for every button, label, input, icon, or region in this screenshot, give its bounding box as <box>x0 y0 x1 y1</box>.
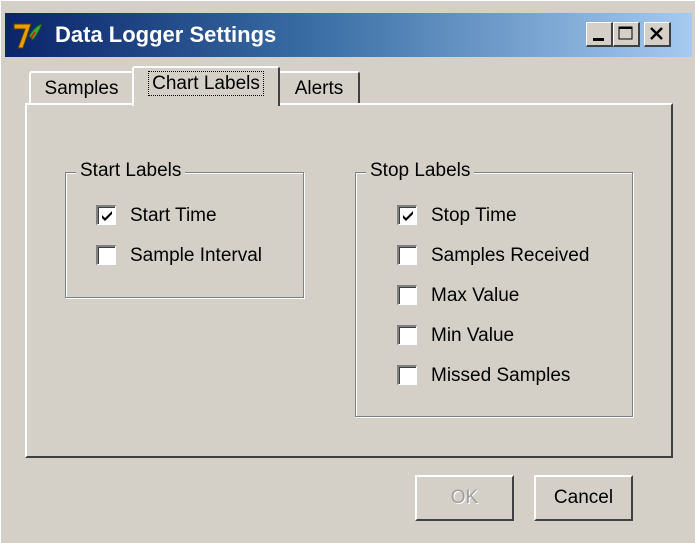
sample-interval-checkbox[interactable] <box>96 245 116 265</box>
tab-chart-labels[interactable]: Chart Labels <box>132 66 280 106</box>
checkmark-icon <box>403 211 413 221</box>
stop-time-checkbox[interactable] <box>397 205 417 225</box>
tab-alerts[interactable]: Alerts <box>278 71 360 107</box>
samples-received-checkbox[interactable] <box>397 245 417 265</box>
start-time-label: Start Time <box>130 205 217 226</box>
cancel-button[interactable]: Cancel <box>534 475 633 521</box>
minimize-icon <box>593 38 604 41</box>
start-labels-group: Start Labels Start Time Sample Interval <box>65 160 304 298</box>
tab-alerts-label: Alerts <box>294 78 344 99</box>
stop-labels-title: Stop Labels <box>366 160 475 182</box>
min-value-label: Min Value <box>431 325 515 346</box>
stop-time-label: Stop Time <box>431 205 517 226</box>
missed-samples-checkbox[interactable] <box>397 365 417 385</box>
stop-labels-group: Stop Labels Stop Time Samples Received M… <box>355 160 633 417</box>
title-bar[interactable]: Data Logger Settings <box>5 13 692 57</box>
maximize-button[interactable] <box>613 22 640 47</box>
max-value-label: Max Value <box>431 285 520 306</box>
tab-chart-labels-label: Chart Labels <box>148 71 264 96</box>
close-icon <box>650 27 663 40</box>
start-time-checkbox[interactable] <box>96 205 116 225</box>
start-labels-title: Start Labels <box>76 160 186 182</box>
app-logo-icon <box>13 23 43 49</box>
missed-samples-label: Missed Samples <box>431 365 571 386</box>
window-title: Data Logger Settings <box>55 22 277 47</box>
maximize-icon <box>618 26 633 40</box>
samples-received-label: Samples Received <box>431 245 590 266</box>
min-value-checkbox[interactable] <box>397 325 417 345</box>
tab-samples-label: Samples <box>44 78 119 99</box>
tab-panel-chart-labels: Start Labels Start Time Sample Interval … <box>25 103 673 458</box>
minimize-button[interactable] <box>586 22 613 47</box>
ok-button[interactable]: OK <box>415 475 514 521</box>
max-value-checkbox[interactable] <box>397 285 417 305</box>
close-button[interactable] <box>644 22 671 47</box>
dialog-window: Data Logger Settings Samples Chart Label… <box>0 0 695 543</box>
checkmark-icon <box>102 211 112 221</box>
tab-samples[interactable]: Samples <box>29 71 134 107</box>
sample-interval-label: Sample Interval <box>130 245 263 266</box>
